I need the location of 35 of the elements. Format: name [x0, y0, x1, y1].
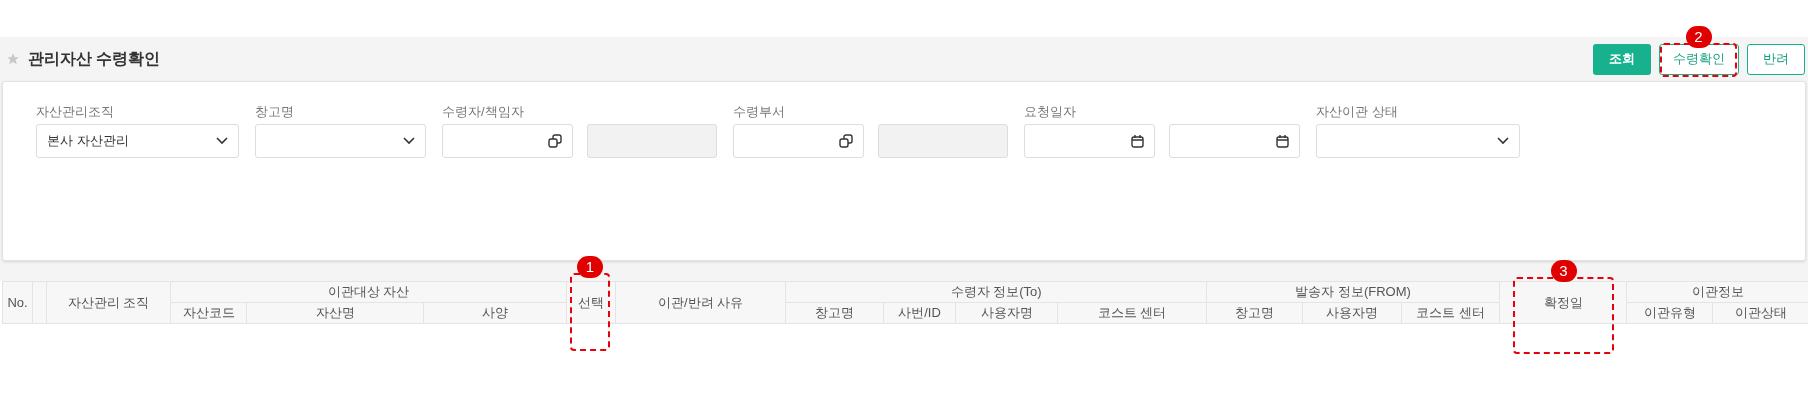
chevron-down-icon — [1497, 137, 1509, 145]
chevron-down-icon — [403, 137, 415, 145]
calendar-icon — [1276, 134, 1289, 148]
column-header: 이관대상 자산 — [170, 281, 567, 303]
calendar-icon — [1131, 134, 1144, 148]
column-header: 수령자 정보(To) — [785, 281, 1207, 303]
lookup-field[interactable] — [442, 124, 573, 158]
select-field[interactable]: 본사 자산관리 — [36, 124, 239, 158]
date-field[interactable] — [1169, 124, 1300, 158]
page-title: 관리자산 수령확인 — [28, 49, 161, 69]
chevron-down-icon — [216, 137, 228, 145]
filter-label: 수령부서 — [733, 103, 786, 121]
select-field[interactable] — [255, 124, 426, 158]
star-icon[interactable] — [6, 52, 20, 66]
toolbar-button[interactable]: 반려 — [1747, 43, 1805, 75]
select-field[interactable] — [1316, 124, 1520, 158]
toolbar-button[interactable]: 조회 — [1593, 43, 1651, 75]
copy-icon — [548, 134, 562, 148]
toolbar-button[interactable]: 수령확인 — [1659, 43, 1739, 75]
column-header: 이관정보 — [1626, 281, 1808, 303]
column-header: No. — [2, 281, 33, 324]
filter-label: 자산이관 상태 — [1316, 103, 1399, 121]
lookup-field[interactable] — [733, 124, 864, 158]
filter-label: 요청일자 — [1024, 103, 1077, 121]
column-header: 확정일 — [1499, 281, 1627, 324]
filter-label: 창고명 — [255, 103, 295, 121]
filter-label: 수령자/책임자 — [442, 103, 525, 121]
column-header: 이관/반려 사유 — [615, 281, 786, 324]
step-badge: 2 — [1685, 26, 1712, 48]
filter-label: 자산관리조직 — [36, 103, 115, 121]
date-field[interactable] — [1024, 124, 1155, 158]
column-header: 자산관리 조직 — [46, 281, 171, 324]
column-header: 발송자 정보(FROM) — [1206, 281, 1500, 303]
column-header: 선택 — [566, 281, 616, 324]
copy-icon — [839, 134, 853, 148]
